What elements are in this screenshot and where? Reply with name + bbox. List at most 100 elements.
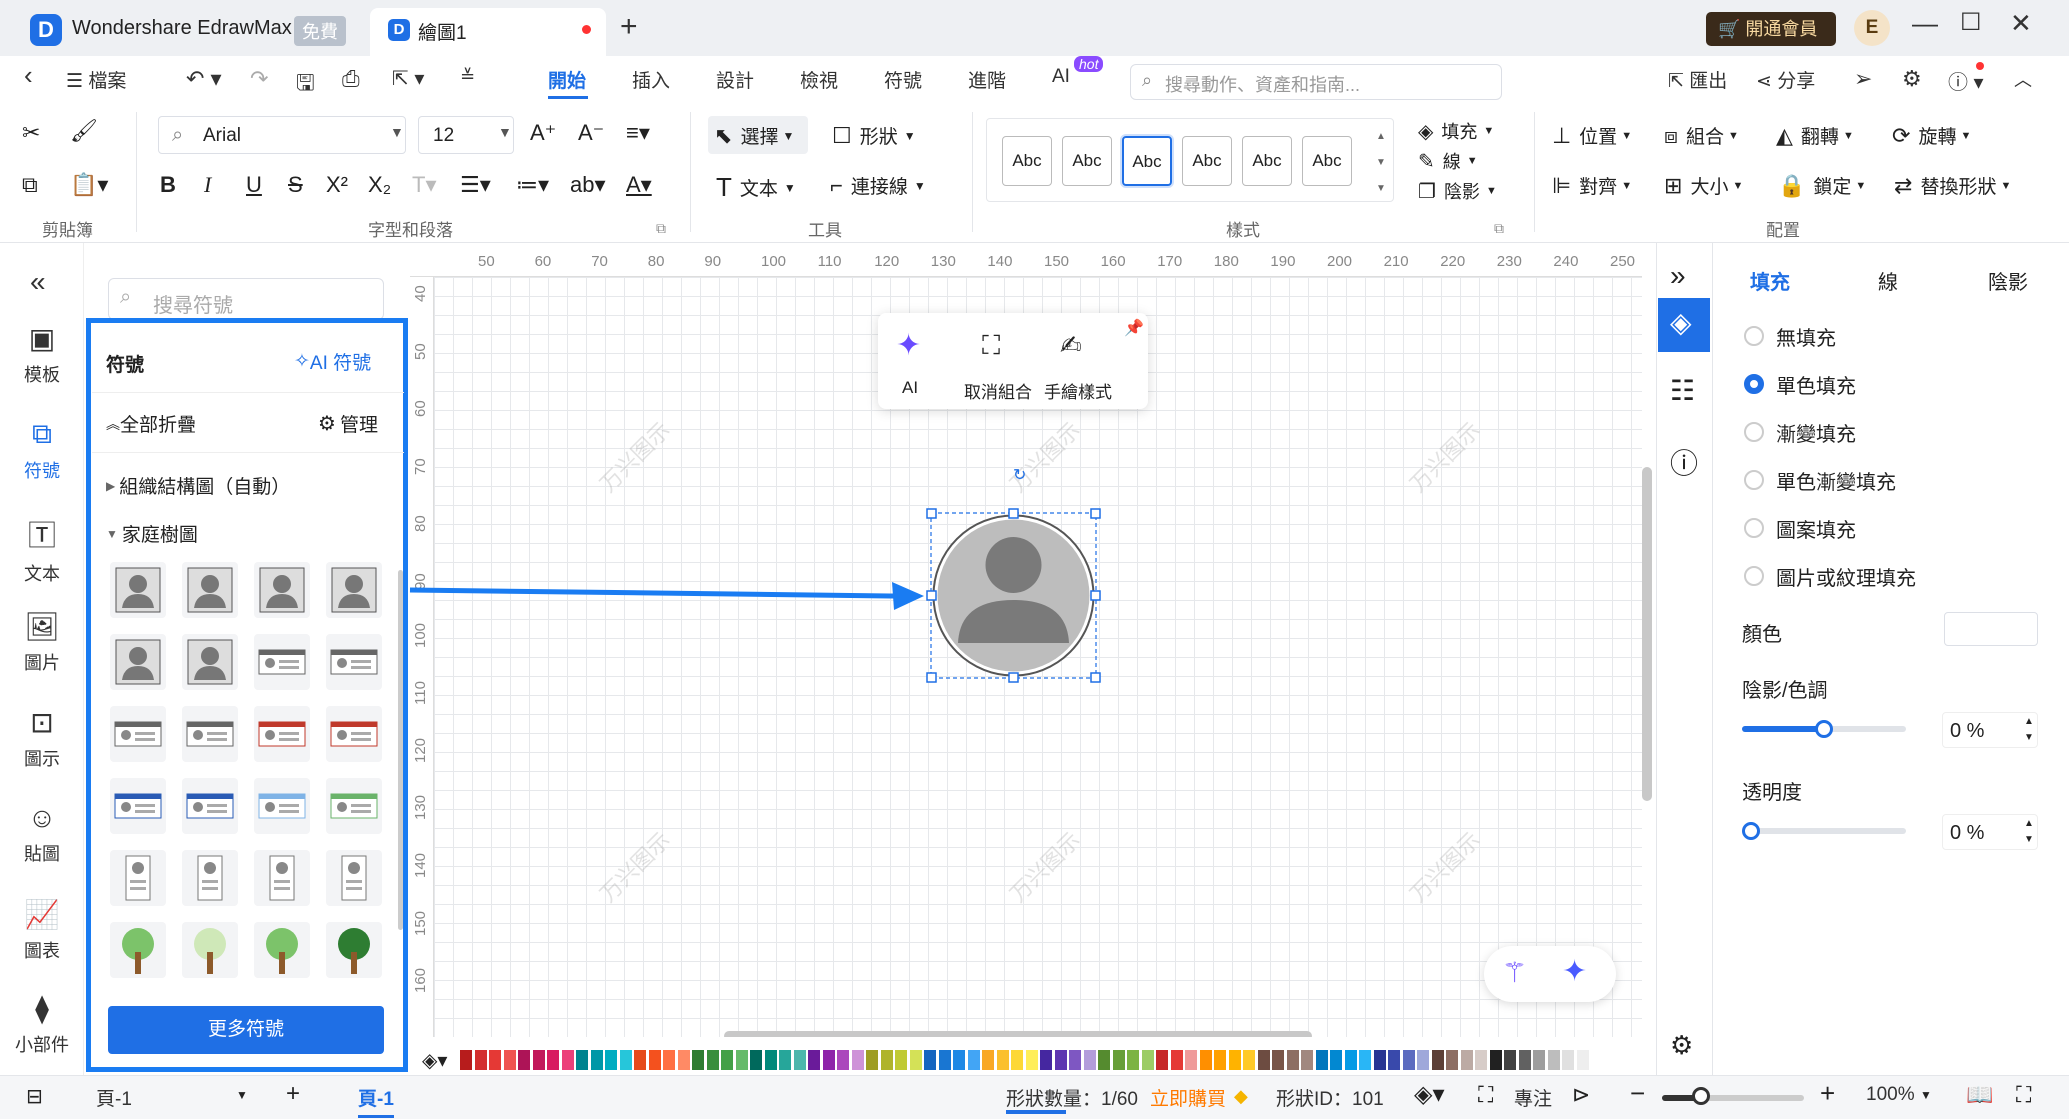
style-preset-5[interactable]: Abc [1242, 136, 1292, 186]
transparency-slider-knob[interactable] [1742, 822, 1760, 840]
fill-button[interactable]: ◈ 填充 ▼ [1418, 118, 1494, 144]
font-dialog-launcher-icon[interactable]: ⧉ [656, 220, 666, 237]
top-search-input[interactable]: 搜尋動作、資產和指南... [1130, 64, 1502, 100]
symbol-thumbnail[interactable] [326, 562, 382, 618]
shade-slider-knob[interactable] [1815, 720, 1833, 738]
category-org-chart[interactable]: ▶ 組織結構圖（自動） [106, 472, 290, 499]
fill-bucket-icon[interactable]: ◈▾ [422, 1048, 447, 1073]
maximize-icon[interactable]: ☐ [1960, 8, 1982, 37]
rotate-button[interactable]: ⟳ 旋轉 ▼ [1892, 122, 1971, 149]
tab-home[interactable]: 開始 [548, 66, 586, 93]
fill-option-radio[interactable] [1744, 422, 1764, 442]
zoom-out-icon[interactable]: − [1630, 1078, 1645, 1109]
color-swatch[interactable] [1475, 1050, 1487, 1070]
fill-option-label[interactable]: 單色填充 [1776, 370, 1856, 399]
shadow-button[interactable]: ❐ 陰影 ▼ [1418, 178, 1497, 204]
category-family-tree[interactable]: ▼ 家庭樹圖 [106, 520, 198, 547]
color-swatch[interactable] [1069, 1050, 1081, 1070]
handdrawn-icon[interactable]: ✍ [1060, 330, 1082, 361]
symbol-search-input[interactable]: 搜尋符號 [108, 278, 384, 320]
underline-icon[interactable]: U [246, 172, 262, 198]
font-color-icon[interactable]: A▾ [626, 172, 652, 198]
fill-option-radio[interactable] [1744, 470, 1764, 490]
fill-option-label[interactable]: 漸變填充 [1776, 418, 1856, 447]
color-swatch[interactable] [460, 1050, 472, 1070]
help-icon[interactable]: ⓘ ▾ [1948, 66, 1984, 95]
rail-templates[interactable]: ▣ 模板 [0, 322, 84, 387]
color-swatch[interactable] [1402, 1050, 1415, 1070]
color-swatch[interactable] [663, 1050, 675, 1070]
zoom-slider-knob[interactable] [1692, 1087, 1710, 1105]
export-button[interactable]: ⇱ 匯出 [1668, 66, 1727, 93]
color-swatch[interactable] [1576, 1050, 1589, 1070]
color-swatch[interactable] [518, 1050, 530, 1070]
style-preset-6[interactable]: Abc [1302, 136, 1352, 186]
zoom-level[interactable]: 100% [1866, 1084, 1915, 1106]
pin-icon[interactable]: 📌 [1124, 318, 1144, 338]
color-swatch[interactable] [721, 1050, 733, 1070]
copy-icon[interactable]: ⧉ [22, 172, 38, 198]
color-swatch[interactable] [1054, 1050, 1067, 1070]
fill-option-radio[interactable] [1744, 374, 1764, 394]
symbol-thumbnail[interactable] [110, 850, 166, 906]
transparency-stepper-icon[interactable]: ▲ ▼ [2024, 816, 2034, 848]
canvas-vertical-scrollbar[interactable] [1642, 467, 1652, 801]
minimize-icon[interactable]: — [1912, 8, 1938, 39]
print-icon[interactable]: ⎙ [342, 66, 360, 92]
color-swatch[interactable] [1301, 1050, 1313, 1070]
color-swatch[interactable] [648, 1050, 661, 1070]
color-swatch[interactable] [532, 1050, 545, 1070]
style-preset-4[interactable]: Abc [1182, 136, 1232, 186]
position-button[interactable]: ⊥ 位置 ▼ [1552, 122, 1632, 149]
tab-advanced[interactable]: 進階 [968, 66, 1006, 93]
text-align-icon[interactable]: ≡▾ [626, 120, 650, 146]
ai-sparkle-icon[interactable]: ✦ [896, 328, 921, 363]
color-swatch[interactable] [1025, 1050, 1038, 1070]
line-button[interactable]: ✎ 線 ▼ [1418, 148, 1478, 174]
tab-design[interactable]: 設計 [716, 66, 754, 93]
color-swatch[interactable] [1431, 1050, 1444, 1070]
layers-icon[interactable]: ◈▾ [1414, 1080, 1445, 1109]
tab-ai[interactable]: AI [1052, 66, 1070, 88]
color-swatch[interactable] [909, 1050, 922, 1070]
fill-option-label[interactable]: 圖案填充 [1776, 514, 1856, 543]
tab-insert[interactable]: 插入 [632, 66, 670, 93]
color-swatch[interactable] [1315, 1050, 1328, 1070]
symbol-thumbnail[interactable] [326, 634, 382, 690]
color-swatch[interactable] [1344, 1050, 1357, 1070]
symbol-thumbnail[interactable] [254, 850, 310, 906]
color-swatch[interactable] [503, 1050, 516, 1070]
color-swatch[interactable] [1460, 1050, 1473, 1070]
color-swatch[interactable] [489, 1050, 501, 1070]
symbol-thumbnail[interactable] [182, 706, 238, 762]
close-icon[interactable]: ✕ [2010, 8, 2032, 39]
color-swatch[interactable] [1446, 1050, 1458, 1070]
italic-icon[interactable]: I [204, 172, 211, 198]
color-swatch[interactable] [576, 1050, 588, 1070]
color-swatch[interactable] [1214, 1050, 1226, 1070]
bold-icon[interactable]: B [160, 172, 176, 198]
settings-icon[interactable]: ⚙ [1670, 1030, 1693, 1061]
color-swatch[interactable] [1083, 1050, 1096, 1070]
add-page-icon[interactable]: + [286, 1080, 300, 1108]
fill-option-radio[interactable] [1744, 326, 1764, 346]
color-swatch[interactable] [793, 1050, 806, 1070]
symbol-thumbnail[interactable] [326, 850, 382, 906]
color-swatch[interactable] [547, 1050, 559, 1070]
vip-button[interactable]: 🛒 開通會員 [1706, 12, 1836, 46]
zoom-in-icon[interactable]: + [1820, 1078, 1835, 1109]
chevron-down-icon[interactable]: ▼ [236, 1088, 248, 1102]
collapse-all-button[interactable]: ︽ 全部折疊 [106, 410, 196, 437]
tab-line[interactable]: 線 [1878, 266, 1898, 295]
color-swatch[interactable] [619, 1050, 632, 1070]
superscript-icon[interactable]: X² [326, 172, 348, 198]
color-swatch[interactable] [1272, 1050, 1284, 1070]
fill-option-label[interactable]: 單色漸變填充 [1776, 466, 1896, 495]
color-swatch[interactable] [474, 1050, 487, 1070]
color-swatch[interactable] [750, 1050, 762, 1070]
page-list-icon[interactable]: ⊟ [26, 1084, 43, 1109]
symbol-thumbnail[interactable] [326, 706, 382, 762]
shade-stepper-icon[interactable]: ▲ ▼ [2024, 714, 2034, 746]
manage-button[interactable]: ⚙ 管理 [318, 410, 378, 437]
new-tab-button[interactable]: + [620, 10, 638, 44]
